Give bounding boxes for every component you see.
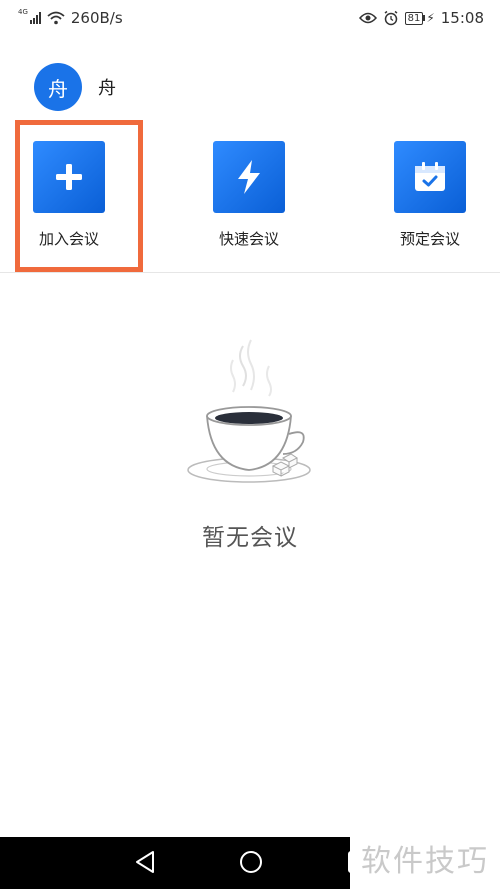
coffee-cup-icon (187, 339, 311, 483)
signal-icon (29, 12, 41, 24)
network-type: 4G (18, 8, 28, 16)
empty-state-text: 暂无会议 (202, 525, 298, 551)
home-icon[interactable] (238, 849, 264, 875)
charging-icon: ⚡ (426, 11, 435, 25)
divider (0, 272, 500, 273)
battery-icon: 81 ⚡ (404, 11, 435, 25)
status-left: 4G 260B/s (18, 8, 123, 27)
schedule-meeting-label: 预定会议 (399, 230, 460, 248)
alarm-icon (384, 10, 398, 26)
eye-icon (358, 12, 377, 24)
watermark: 软件技巧 (350, 826, 500, 889)
status-right: 81 ⚡ 15:08 (358, 9, 484, 27)
network-speed: 260B/s (70, 9, 123, 27)
status-bar: 4G 260B/s 81 ⚡ 15:08 (0, 0, 500, 36)
user-row[interactable]: 舟 舟 (34, 63, 116, 111)
lightning-icon[interactable] (213, 141, 285, 213)
user-name: 舟 (98, 78, 116, 99)
join-meeting-button[interactable]: 加入会议 (9, 141, 129, 249)
back-icon[interactable] (133, 849, 157, 875)
schedule-meeting-button[interactable]: 预定会议 (370, 141, 490, 249)
plus-icon[interactable] (33, 141, 105, 213)
join-meeting-label: 加入会议 (38, 230, 99, 248)
quick-meeting-button[interactable]: 快速会议 (189, 141, 309, 249)
wifi-icon (47, 11, 65, 25)
quick-meeting-label: 快速会议 (218, 230, 279, 248)
calendar-check-icon[interactable] (394, 141, 466, 213)
clock-time: 15:08 (440, 9, 484, 27)
avatar[interactable]: 舟 (34, 63, 82, 111)
battery-level: 81 (404, 11, 424, 25)
